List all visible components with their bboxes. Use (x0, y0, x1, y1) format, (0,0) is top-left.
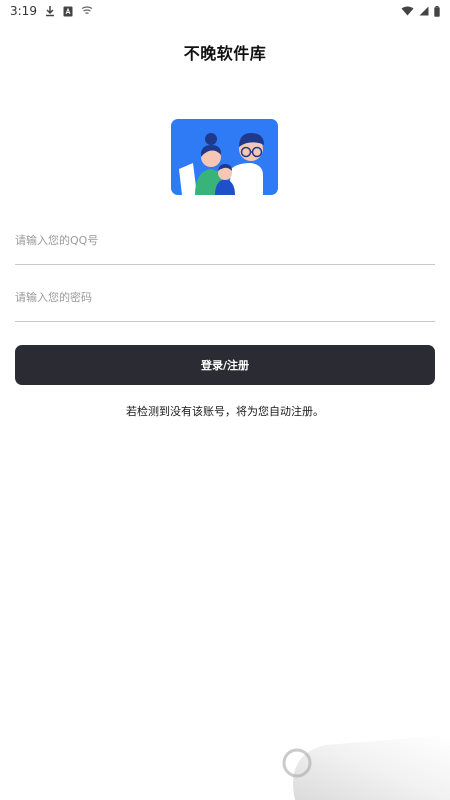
battery-icon (434, 5, 440, 17)
status-bar-right (401, 5, 440, 17)
status-time: 3:19 (10, 4, 37, 18)
auto-register-hint: 若检测到没有该账号，将为您自动注册。 (126, 405, 324, 418)
page-title: 不晚软件库 (183, 44, 267, 63)
signal-icon (419, 6, 429, 16)
password-input[interactable] (15, 291, 435, 308)
cast-icon (81, 6, 93, 16)
status-bar-left: 3:19 (10, 4, 93, 18)
qq-number-input[interactable] (15, 234, 435, 251)
login-register-button[interactable]: 登录/注册 (15, 345, 435, 385)
family-illustration-icon (171, 119, 278, 195)
qq-number-field (15, 221, 435, 265)
download-icon (45, 5, 55, 17)
wifi-icon (401, 6, 414, 16)
password-field (15, 278, 435, 322)
a-box-icon (63, 6, 73, 17)
status-bar: 3:19 (0, 0, 450, 22)
page-curl-decoration (265, 715, 450, 800)
